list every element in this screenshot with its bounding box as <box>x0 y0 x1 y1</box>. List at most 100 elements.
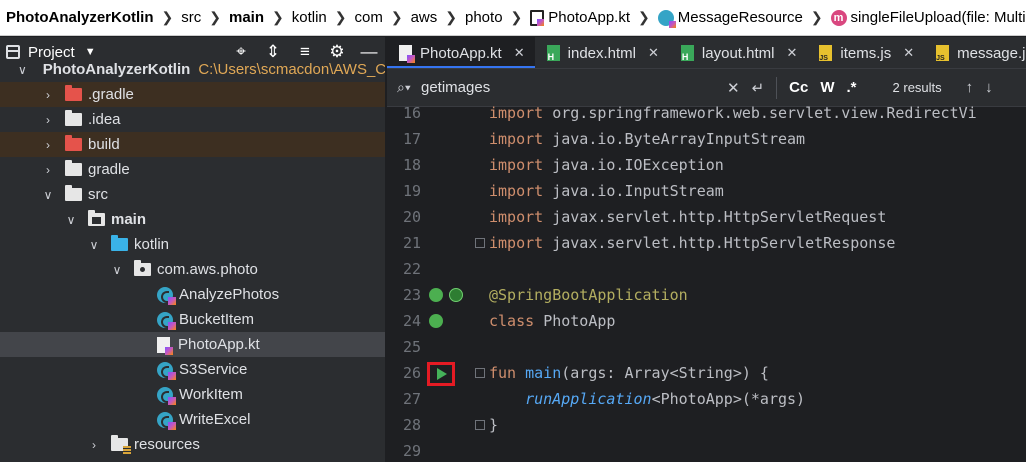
close-icon[interactable]: ✕ <box>903 45 914 61</box>
chevron-right-icon[interactable]: › <box>41 138 55 152</box>
line-number[interactable]: 26 <box>387 364 421 382</box>
tree-item[interactable]: ›WriteExcel <box>0 407 385 432</box>
new-line-icon[interactable]: ↵ <box>752 79 765 97</box>
breadcrumb-main[interactable]: main <box>229 9 264 26</box>
breadcrumb-file[interactable]: PhotoApp.kt <box>530 9 630 26</box>
method-icon: m <box>830 9 847 26</box>
match-case-toggle[interactable]: Cc <box>789 79 808 96</box>
breadcrumb-src[interactable]: src <box>181 9 201 26</box>
line-number[interactable]: 16 <box>387 104 421 122</box>
code-line: 29 <box>387 438 1026 462</box>
chevron-down-icon[interactable]: ∨ <box>87 238 101 252</box>
chevron-right-icon[interactable]: › <box>41 88 55 102</box>
code-token: java.io.ByteArrayInputStream <box>552 130 806 148</box>
line-number[interactable]: 24 <box>387 312 421 330</box>
code-token: java.io.IOException <box>552 156 724 174</box>
clear-search-icon[interactable]: ✕ <box>727 79 740 97</box>
line-number[interactable]: 18 <box>387 156 421 174</box>
tree-item[interactable]: › .idea <box>0 107 385 132</box>
tree-item[interactable]: ›BucketItem <box>0 307 385 332</box>
code-token: (args: Array<String>) { <box>561 364 769 382</box>
chevron-right-icon[interactable]: › <box>41 163 55 177</box>
spring-boot-icon[interactable] <box>449 288 463 302</box>
line-number[interactable]: 28 <box>387 416 421 434</box>
code-text: } <box>489 416 498 434</box>
code-area[interactable]: 16 import org.springframework.web.servlet… <box>387 104 1026 462</box>
editor-tab[interactable]: layout.html ✕ <box>669 37 807 68</box>
regex-toggle[interactable]: .* <box>847 79 857 96</box>
breadcrumb-photo[interactable]: photo <box>465 9 503 26</box>
chevron-down-icon[interactable]: ∨ <box>110 263 124 277</box>
arrow-down-icon[interactable]: ↓ <box>985 79 993 96</box>
tree-item[interactable]: › .gradle <box>0 82 385 107</box>
fold-marker-icon[interactable] <box>475 420 485 430</box>
resources-folder-icon <box>111 435 131 454</box>
html-file-icon <box>546 45 560 62</box>
breadcrumb-method[interactable]: m singleFileUpload(file: MultipartFile):… <box>830 9 1026 26</box>
close-icon[interactable]: ✕ <box>648 45 659 61</box>
kotlin-class-icon <box>157 361 176 380</box>
whole-words-toggle[interactable]: W <box>820 79 834 96</box>
editor-tab[interactable]: PhotoApp.kt ✕ <box>387 37 535 68</box>
close-icon[interactable]: ✕ <box>786 45 797 61</box>
code-line: 17 import java.io.ByteArrayInputStream <box>387 126 1026 152</box>
tree-item-label: BucketItem <box>179 311 255 328</box>
tree-item[interactable]: ∨ kotlin <box>0 232 385 257</box>
code-line: 22 <box>387 256 1026 282</box>
line-number[interactable]: 23 <box>387 286 421 304</box>
tree-item[interactable]: ∨ main <box>0 207 385 232</box>
tree-item[interactable]: › build <box>0 132 385 157</box>
tree-item-label: WriteExcel <box>179 411 251 428</box>
tree-item[interactable]: ›S3Service <box>0 357 385 382</box>
chevron-right-icon[interactable]: › <box>87 438 101 452</box>
chevron-down-icon[interactable]: ∨ <box>64 213 78 227</box>
code-token: @SpringBootApplication <box>489 286 688 304</box>
breadcrumb-class[interactable]: MessageResource <box>657 9 803 28</box>
fold-marker-icon[interactable] <box>475 238 485 248</box>
tree-item[interactable]: ∨ src <box>0 182 385 207</box>
tree-item[interactable]: › gradle <box>0 157 385 182</box>
run-icon[interactable] <box>427 362 455 386</box>
breadcrumb-aws[interactable]: aws <box>411 9 438 26</box>
breadcrumb-com[interactable]: com <box>355 9 383 26</box>
code-line: 25 <box>387 334 1026 360</box>
breadcrumb-kotlin[interactable]: kotlin <box>292 9 327 26</box>
chevron-down-icon[interactable]: ∨ <box>18 63 27 77</box>
breadcrumb-project[interactable]: PhotoAnalyzerKotlin <box>6 9 154 26</box>
tree-item[interactable]: ∨ PhotoAnalyzerKotlin C:\Users\scmacdon\AW… <box>0 57 385 82</box>
search-icon[interactable]: ⌕▾ <box>397 79 417 96</box>
tree-item-label: kotlin <box>134 236 170 253</box>
chevron-right-icon[interactable]: › <box>41 113 55 127</box>
arrow-up-icon[interactable]: ↑ <box>966 79 974 96</box>
line-number[interactable]: 27 <box>387 390 421 408</box>
line-number[interactable]: 25 <box>387 338 421 356</box>
tree-item[interactable]: ›AnalyzePhotos <box>0 282 385 307</box>
close-icon[interactable]: ✕ <box>514 45 525 61</box>
code-line: 19 import java.io.InputStream <box>387 178 1026 204</box>
chevron-right-icon: ❯ <box>510 9 523 25</box>
code-text: import javax.servlet.http.HttpServletRes… <box>489 234 895 252</box>
line-number[interactable]: 29 <box>387 442 421 460</box>
line-number[interactable]: 17 <box>387 130 421 148</box>
tree-item[interactable]: › resources <box>0 432 385 457</box>
project-path: C:\Users\scmacdon\AWS_Co <box>198 61 385 78</box>
editor-tab[interactable]: items.js ✕ <box>807 37 924 68</box>
js-file-icon <box>819 45 833 62</box>
line-number[interactable]: 20 <box>387 208 421 226</box>
excluded-folder-icon <box>65 135 82 151</box>
spring-bean-search-icon[interactable] <box>429 288 443 302</box>
line-number[interactable]: 19 <box>387 182 421 200</box>
code-token: import <box>489 104 553 122</box>
search-input[interactable]: getimages <box>421 79 721 96</box>
line-number[interactable]: 22 <box>387 260 421 278</box>
chevron-right-icon: ❯ <box>334 9 347 25</box>
chevron-down-icon[interactable]: ∨ <box>41 188 55 202</box>
line-number[interactable]: 21 <box>387 234 421 252</box>
editor-tab[interactable]: index.html ✕ <box>535 37 669 68</box>
kotlin-file-icon <box>399 45 415 63</box>
tree-item[interactable]: ∨ com.aws.photo <box>0 257 385 282</box>
editor-tab[interactable]: message.js✕ <box>924 37 1026 68</box>
tree-item[interactable]: ›WorkItem <box>0 382 385 407</box>
spring-bean-icon[interactable] <box>429 314 443 328</box>
tree-item[interactable]: ›PhotoApp.kt <box>0 332 385 357</box>
